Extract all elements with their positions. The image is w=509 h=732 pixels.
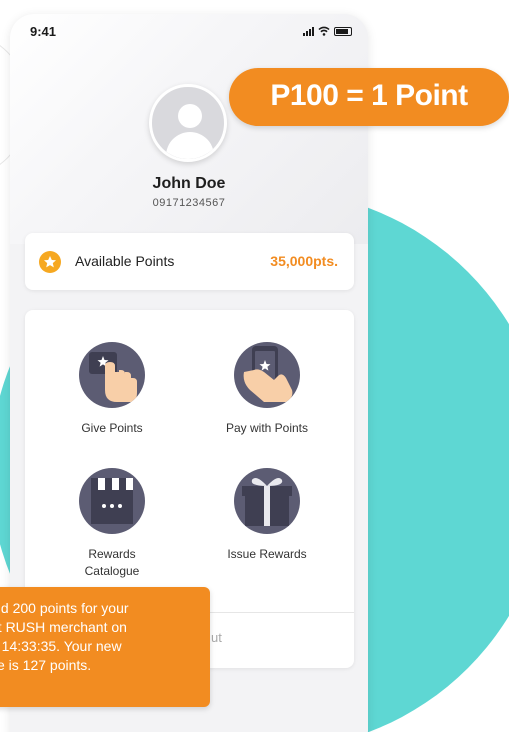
notification-line: ce is 127 points.: [0, 657, 92, 673]
status-icons: [303, 26, 352, 36]
available-points-card[interactable]: Available Points 35,000pts.: [25, 233, 354, 290]
menu-label: Issue Rewards: [227, 547, 307, 561]
menu-item-issue-rewards[interactable]: Issue Rewards: [192, 468, 342, 563]
avatar-body: [166, 132, 214, 159]
notification-line: 6 14:33:35. Your new: [0, 638, 122, 654]
menu-item-rewards-catalogue[interactable]: Rewards Catalogue: [37, 468, 187, 580]
user-name: John Doe: [152, 175, 226, 192]
menu-item-pay-with-points[interactable]: Pay with Points: [192, 342, 342, 437]
badge-text: P100 = 1 Point: [270, 79, 468, 112]
notification-text: aid 200 points for your at RUSH merchant…: [0, 599, 210, 675]
user-phone: 09171234567: [152, 197, 226, 209]
menu-label: Pay with Points: [225, 421, 309, 435]
status-bar: 9:41: [10, 14, 368, 50]
avatar[interactable]: [149, 84, 227, 162]
stage: 9:41 John Doe 09171234567 Available Poin…: [0, 0, 509, 732]
give-points-icon: [79, 342, 145, 408]
avatar-head: [178, 104, 202, 128]
points-value: 35,000pts.: [270, 253, 338, 269]
notification-toast: aid 200 points for your at RUSH merchant…: [0, 587, 210, 707]
menu-item-give-points[interactable]: Give Points: [37, 342, 187, 437]
wifi-icon: [318, 26, 330, 36]
conversion-badge: P100 = 1 Point: [229, 68, 509, 126]
issue-rewards-icon: [234, 468, 300, 534]
rewards-catalogue-icon: [79, 468, 145, 534]
status-time: 9:41: [30, 24, 57, 39]
pay-with-points-icon: [234, 342, 300, 408]
menu-label-line: Catalogue: [84, 564, 140, 578]
menu-label: Give Points: [81, 421, 143, 435]
points-label: Available Points: [75, 253, 175, 269]
logout-label[interactable]: ut: [211, 630, 222, 645]
signal-icon: [303, 26, 314, 36]
notification-line: aid 200 points for your: [0, 600, 129, 616]
menu-label: Rewards Catalogue: [37, 546, 187, 580]
battery-icon: [334, 27, 352, 36]
menu-label-line: Rewards: [88, 547, 136, 561]
star-icon: [39, 251, 61, 273]
notification-line: at RUSH merchant on: [0, 619, 127, 635]
